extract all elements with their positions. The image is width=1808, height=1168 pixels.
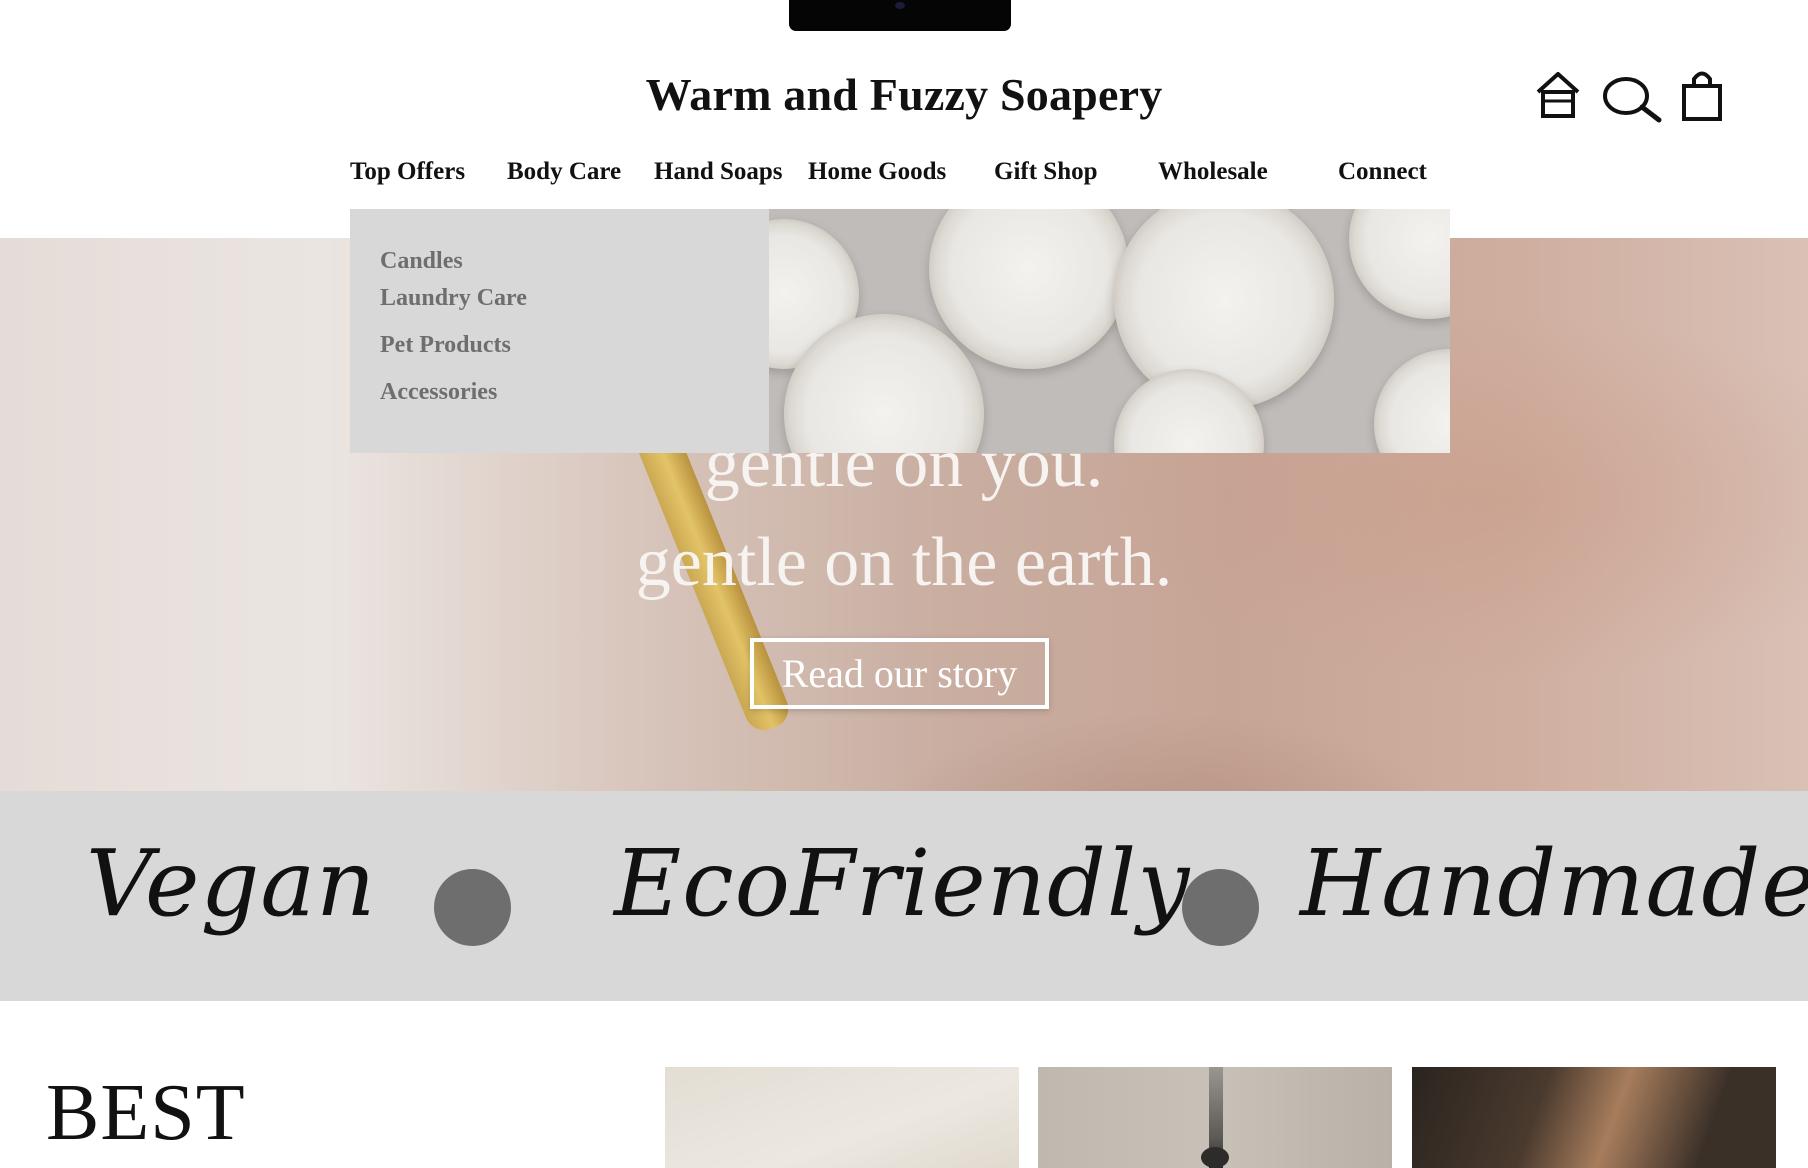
separator-dot <box>1182 869 1259 946</box>
nav-gift-shop[interactable]: Gift Shop <box>994 158 1098 186</box>
product-tile[interactable] <box>1038 1067 1392 1168</box>
nav-body-care[interactable]: Body Care <box>507 158 621 186</box>
dropdown-item-candles[interactable]: Candles <box>380 248 463 275</box>
search-icon[interactable] <box>1600 74 1662 124</box>
nav-home-goods[interactable]: Home Goods <box>808 158 946 186</box>
dropdown-item-pet-products[interactable]: Pet Products <box>380 332 511 359</box>
hero-line-2: gentle on the earth. <box>635 524 1173 601</box>
camera-dot <box>895 2 905 9</box>
home-icon[interactable] <box>1534 68 1582 120</box>
dropdown-item-accessories[interactable]: Accessories <box>380 379 497 406</box>
value-vegan: Vegan <box>86 830 377 937</box>
dropdown-feature-image[interactable] <box>769 209 1450 453</box>
section-heading: BEST <box>46 1069 246 1157</box>
value-handmade: Handmade <box>1300 830 1808 937</box>
bag-icon[interactable] <box>1680 66 1724 122</box>
product-tile[interactable] <box>1412 1067 1776 1168</box>
nav-hand-soaps[interactable]: Hand Soaps <box>654 158 783 186</box>
value-ecofriendly: EcoFriendly <box>614 830 1191 937</box>
separator-dot <box>434 869 511 946</box>
nav-connect[interactable]: Connect <box>1338 158 1427 186</box>
dropdown-item-laundry-care[interactable]: Laundry Care <box>380 285 527 312</box>
nav-wholesale[interactable]: Wholesale <box>1158 158 1268 186</box>
product-tile[interactable] <box>665 1067 1019 1168</box>
read-story-button[interactable]: Read our story <box>750 638 1049 709</box>
nav-top-offers[interactable]: Top Offers <box>350 158 465 186</box>
device-notch <box>789 0 1011 31</box>
